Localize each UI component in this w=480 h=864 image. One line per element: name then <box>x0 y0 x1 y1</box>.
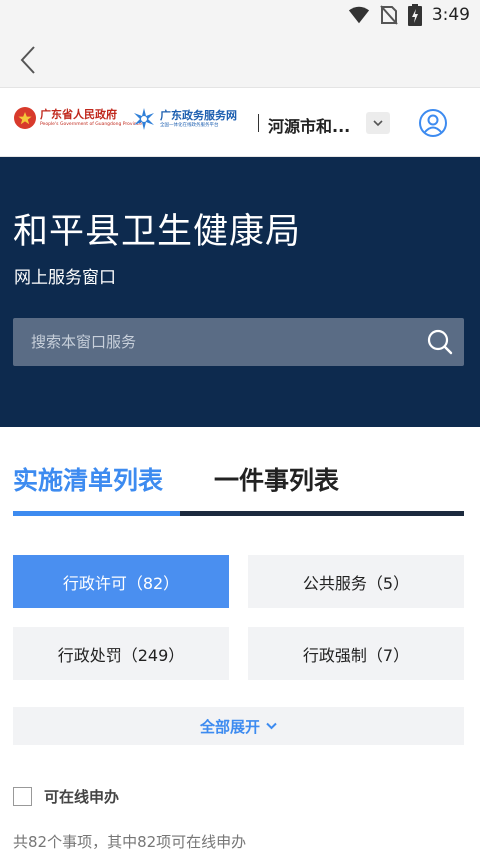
tab-implementation-list[interactable]: 实施清单列表 <box>13 461 163 497</box>
battery-charging-icon <box>407 4 422 26</box>
search-box <box>13 318 464 366</box>
online-filter-checkbox[interactable] <box>13 787 32 806</box>
region-name[interactable]: 河源市和... <box>268 113 350 137</box>
chevron-left-icon <box>20 46 35 74</box>
page-subtitle: 网上服务窗口 <box>14 268 116 288</box>
search-input[interactable] <box>13 318 413 366</box>
category-administrative-enforcement[interactable]: 行政强制（7） <box>248 627 464 680</box>
service-network-icon <box>134 108 154 130</box>
user-account-button[interactable] <box>418 108 448 138</box>
page-title: 和平县卫生健康局 <box>13 212 302 252</box>
header-divider <box>258 114 259 132</box>
portal-header: 广东省人民政府 People's Government of Guangdong… <box>0 89 480 157</box>
search-icon[interactable] <box>426 328 454 356</box>
list-tabs: 实施清单列表 一件事列表 <box>13 455 464 519</box>
region-dropdown-button[interactable] <box>366 112 390 134</box>
category-administrative-penalty[interactable]: 行政处罚（249） <box>13 627 229 680</box>
category-public-service[interactable]: 公共服务（5） <box>248 555 464 608</box>
national-emblem-icon <box>14 107 36 129</box>
gov-name: 广东省人民政府 <box>40 108 117 121</box>
service-subtitle: 全国一体化在线政务服务平台 <box>160 123 219 128</box>
tab-one-thing-list[interactable]: 一件事列表 <box>214 461 339 497</box>
gov-logo[interactable]: 广东省人民政府 People's Government of Guangdong… <box>14 107 142 129</box>
service-name: 广东政务服务网 <box>160 109 237 122</box>
app-bar <box>0 32 480 88</box>
category-administrative-license[interactable]: 行政许可（82） <box>13 555 229 608</box>
status-bar: 3:49 <box>0 0 480 32</box>
back-button[interactable] <box>10 42 46 78</box>
status-time: 3:49 <box>431 5 470 25</box>
hero-banner: 和平县卫生健康局 网上服务窗口 <box>0 157 480 427</box>
service-logo[interactable]: 广东政务服务网 全国一体化在线政务服务平台 <box>132 107 237 131</box>
user-icon <box>419 109 447 137</box>
items-summary: 共82个事项，其中82项可在线申办 <box>13 833 247 851</box>
tab-underline-active <box>13 511 180 516</box>
wifi-icon <box>348 6 369 24</box>
chevron-down-icon <box>266 722 277 730</box>
no-sim-icon <box>380 5 398 25</box>
chevron-down-icon <box>373 119 383 126</box>
expand-all-label: 全部展开 <box>199 717 260 736</box>
expand-all-button[interactable]: 全部展开 <box>13 707 464 745</box>
online-filter-label: 可在线申办 <box>44 788 120 806</box>
online-filter[interactable]: 可在线申办 <box>13 786 119 807</box>
gov-name-en: People's Government of Guangdong Provinc… <box>40 122 142 127</box>
